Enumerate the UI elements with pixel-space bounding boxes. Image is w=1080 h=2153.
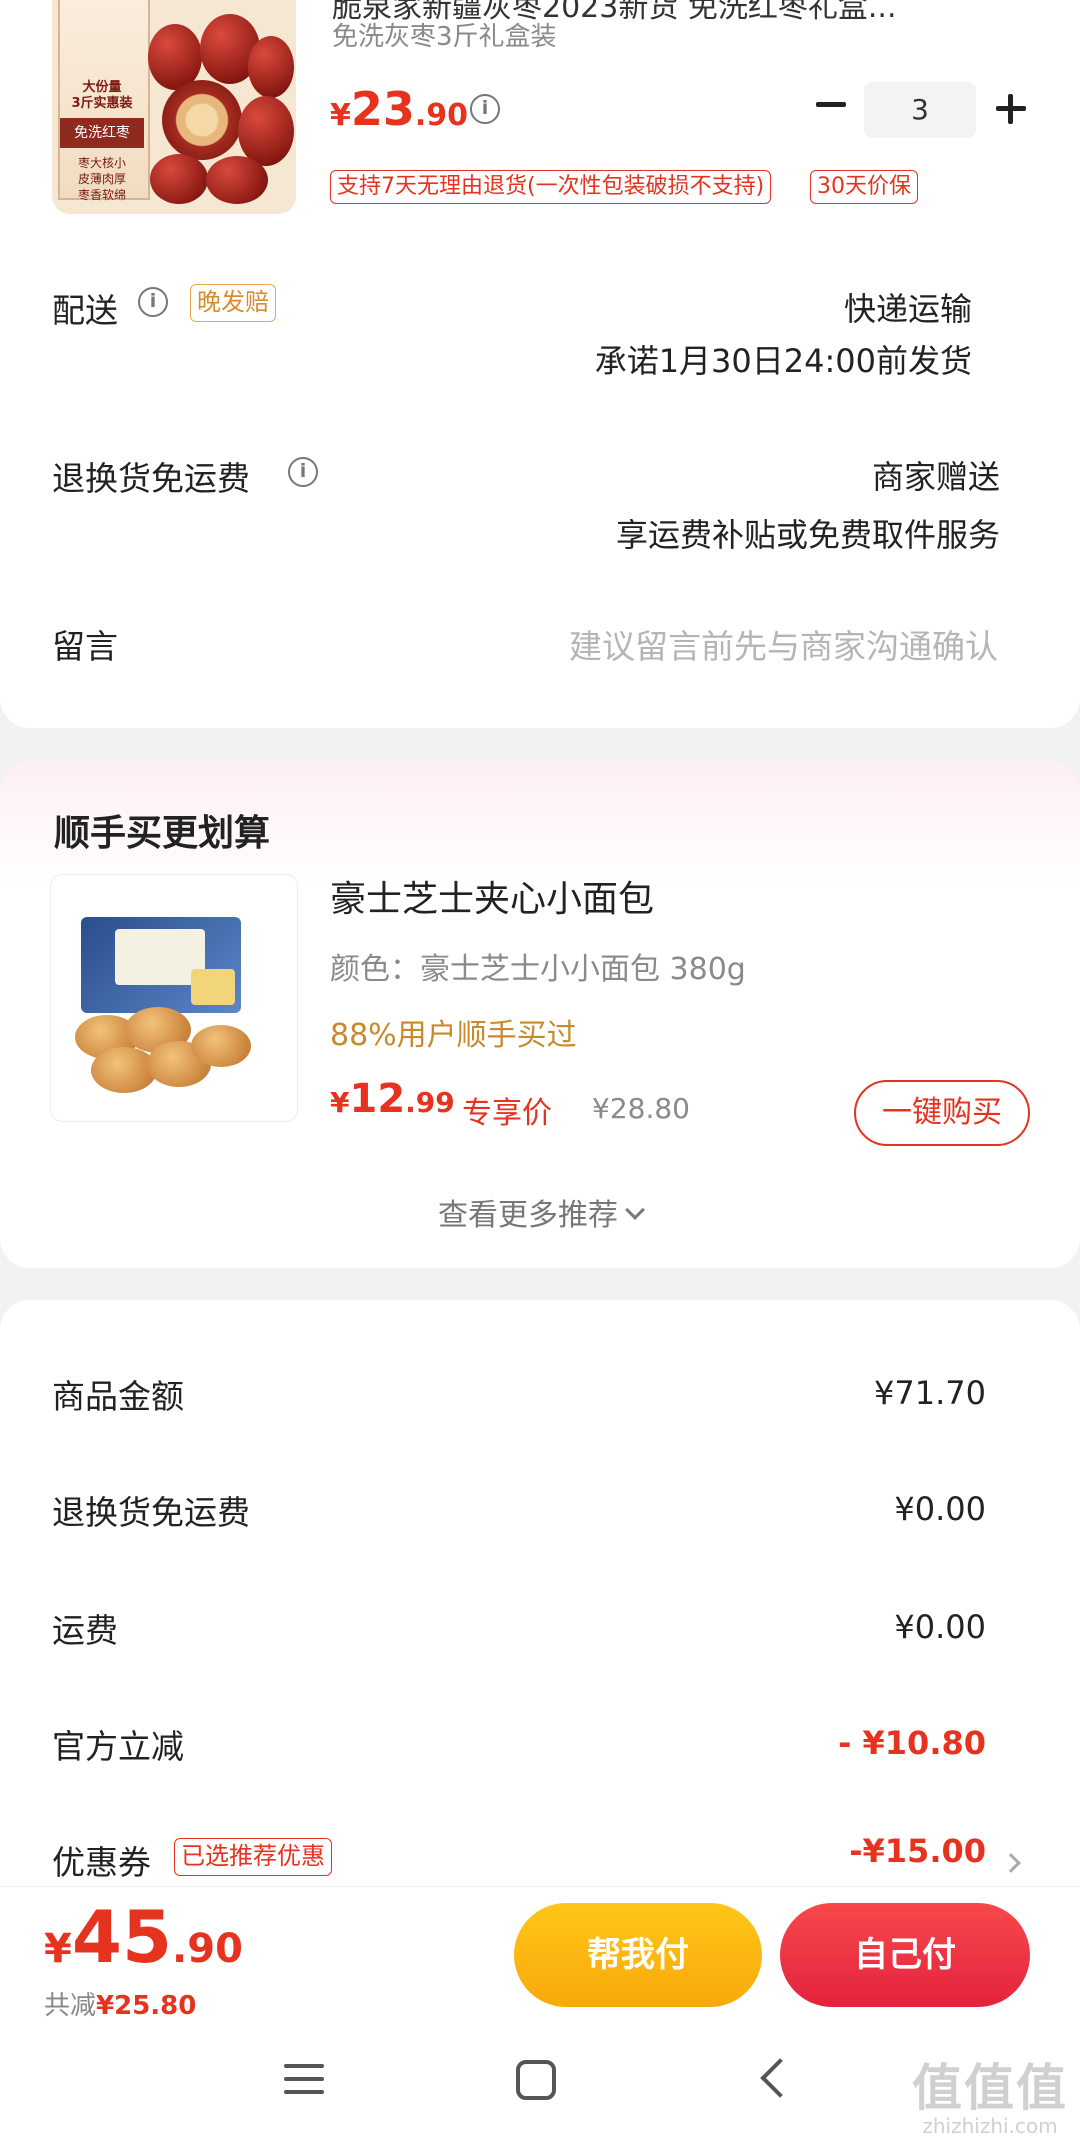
return-policy-tag: 支持7天无理由退货(一次性包装破损不支持) [330,170,772,204]
recommendation-card: 顺手买更划算 豪士芝士夹心小面包 颜色：豪士芝士小小面包 380g 88%用户顺… [0,762,1080,1268]
note-label: 留言 [52,627,118,666]
price-info-icon[interactable]: i [470,94,500,124]
exclusive-price-label: 专享价 [462,1096,552,1131]
return-shipping-desc: 享运费补贴或免费取件服务 [615,516,1000,554]
recommended-product-image[interactable] [50,874,298,1122]
delivery-info-icon[interactable]: i [138,287,168,317]
quantity-increase-button[interactable] [994,92,1028,126]
summary-label-shipping: 运费 [52,1611,118,1650]
date-fruit [150,154,208,204]
product-price: ¥23.90 [330,82,469,136]
summary-label-official-discount: 官方立减 [52,1727,184,1766]
quantity-input[interactable]: 3 [864,82,976,138]
summary-label-return-shipping: 退换货免运费 [52,1493,250,1532]
watermark: 值值值 zhizhizhi.com [912,2048,1068,2138]
summary-value-coupon[interactable]: -¥15.00 [849,1832,986,1870]
return-shipping-info-icon[interactable]: i [288,457,318,487]
recommended-product-name[interactable]: 豪士芝士夹心小面包 [330,870,654,922]
note-input[interactable]: 建议留言前先与商家沟通确认 [569,620,998,668]
home-icon[interactable] [516,2060,556,2100]
red-dates-picture [144,6,294,206]
total-price: ¥45.90 [44,1895,243,1979]
bread-bun [91,1047,157,1093]
delivery-label: 配送 [52,291,118,330]
summary-label-goods: 商品金额 [52,1377,184,1416]
recommended-product-price: ¥12.99 [330,1076,455,1122]
product-spec: 免洗灰枣3斤礼盒装 [332,22,557,52]
date-fruit [248,36,294,98]
summary-value-goods: ¥71.70 [874,1374,986,1412]
order-item-card: 大份量 3斤实惠装 免洗红枣 枣大核小 皮薄肉厚 枣香软绵 脆泉家新疆灰枣202… [0,0,1080,728]
delivery-method: 快递运输 [843,290,972,328]
see-more-label: 查看更多推荐 [438,1198,618,1233]
summary-value-shipping: ¥0.00 [894,1608,986,1646]
recommendation-title: 顺手买更划算 [54,813,271,854]
chevron-down-icon [625,1200,645,1220]
date-fruit-cut [162,80,242,160]
watermark-logo: 值值值 [912,2059,1068,2117]
one-click-buy-button[interactable]: 一键购买 [854,1080,1030,1146]
delivery-promise: 承诺1月30日24:00前发货 [594,342,972,380]
recommended-product-spec: 颜色：豪士芝士小小面包 380g [330,952,746,987]
product-image-badge: 大份量 3斤实惠装 [71,80,133,111]
return-shipping-label: 退换货免运费 [52,459,250,498]
summary-value-official-discount: - ¥10.80 [838,1724,986,1762]
product-image-notes: 枣大核小 皮薄肉厚 枣香软绵 [77,156,126,202]
total-saved: 共减¥25.80 [44,1991,197,2021]
recommended-product-social-proof: 88%用户顺手买过 [330,1018,577,1053]
chevron-right-icon[interactable] [1001,1853,1021,1873]
recent-apps-icon[interactable] [284,2062,324,2096]
bread-bun [191,1025,251,1067]
return-shipping-value: 商家赠送 [871,458,1000,496]
original-price: ¥28.80 [592,1092,690,1125]
product-image-ribbon: 免洗红枣 [60,118,144,148]
see-more-recommendations[interactable]: 查看更多推荐 [0,1190,1080,1234]
back-icon[interactable] [760,2058,800,2098]
system-nav-bar: 值值值 zhizhizhi.com [0,2038,1080,2153]
help-me-pay-button[interactable]: 帮我付 [514,1903,762,2007]
checkout-bar: ¥45.90 共减¥25.80 帮我付 自己付 [0,1886,1080,2038]
price-protect-tag: 30天价保 [810,170,918,204]
date-fruit [206,156,268,204]
date-fruit [238,96,294,166]
summary-value-return-shipping: ¥0.00 [894,1490,986,1528]
pay-myself-button[interactable]: 自己付 [780,1903,1030,2007]
bread-box [81,917,241,1013]
watermark-url: zhizhizhi.com [922,2114,1058,2138]
late-compensation-badge: 晚发赔 [190,284,276,322]
summary-label-coupon[interactable]: 优惠券 [52,1836,151,1884]
quantity-decrease-button[interactable] [814,88,848,122]
price-breakdown-card: 商品金额 ¥71.70 退换货免运费 ¥0.00 运费 ¥0.00 官方立减 -… [0,1300,1080,1900]
product-image[interactable]: 大份量 3斤实惠装 免洗红枣 枣大核小 皮薄肉厚 枣香软绵 [52,0,296,214]
coupon-selected-tag: 已选推荐优惠 [174,1838,332,1876]
